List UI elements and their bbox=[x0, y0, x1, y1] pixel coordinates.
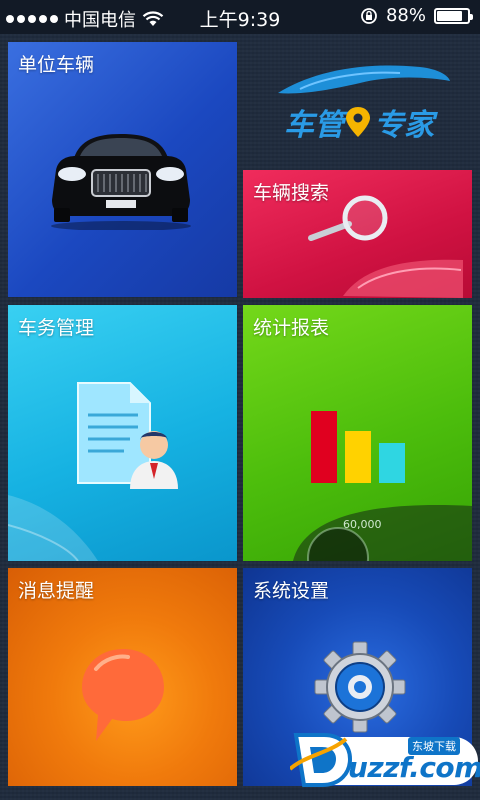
logo-text-left: 车管 bbox=[284, 108, 349, 143]
tile-statistics-report-label: 统计报表 bbox=[253, 317, 330, 339]
tile-vehicle-search[interactable]: 车辆搜索 bbox=[243, 170, 472, 298]
magnifier-icon bbox=[308, 195, 463, 298]
tile-unit-vehicles-label: 单位车辆 bbox=[18, 54, 95, 76]
dashboard-reading: 60,000 bbox=[343, 518, 382, 531]
tile-system-settings-label: 系统设置 bbox=[253, 580, 330, 602]
battery-fill bbox=[437, 10, 462, 21]
logo-text-right: 专家 bbox=[374, 108, 438, 143]
map-pin-icon bbox=[346, 107, 370, 137]
speech-bubble-icon bbox=[82, 649, 164, 741]
tile-unit-vehicles[interactable]: 单位车辆 bbox=[8, 42, 237, 297]
watermark-logo: uzzf.com 东坡下载 bbox=[290, 727, 480, 789]
tile-vehicle-affairs[interactable]: 车务管理 bbox=[8, 305, 237, 561]
app-logo: 车管 专家 bbox=[270, 55, 460, 155]
tile-statistics-report[interactable]: 统计报表 60,000 bbox=[243, 305, 472, 561]
watermark-brand-text: uzzf.com bbox=[348, 751, 480, 784]
watermark-sub-text: 东坡下载 bbox=[408, 737, 460, 755]
dashboard-gauge: 60,000 bbox=[293, 504, 472, 561]
tile-message-reminder-label: 消息提醒 bbox=[18, 580, 95, 602]
status-bar: 中国电信 上午9:39 88% bbox=[0, 0, 480, 34]
tile-message-reminder[interactable]: 消息提醒 bbox=[8, 568, 237, 786]
document-user-icon bbox=[77, 382, 178, 489]
battery-percentage: 88% bbox=[385, 5, 426, 26]
status-right: 88% bbox=[360, 5, 473, 26]
gear-icon bbox=[314, 641, 406, 733]
battery-icon bbox=[434, 7, 473, 24]
tile-vehicle-affairs-label: 车务管理 bbox=[18, 317, 95, 339]
rotation-lock-icon bbox=[361, 7, 377, 24]
bar-chart-icon bbox=[311, 411, 405, 483]
car-front-icon bbox=[51, 134, 191, 230]
watermark-d-icon bbox=[290, 733, 353, 787]
